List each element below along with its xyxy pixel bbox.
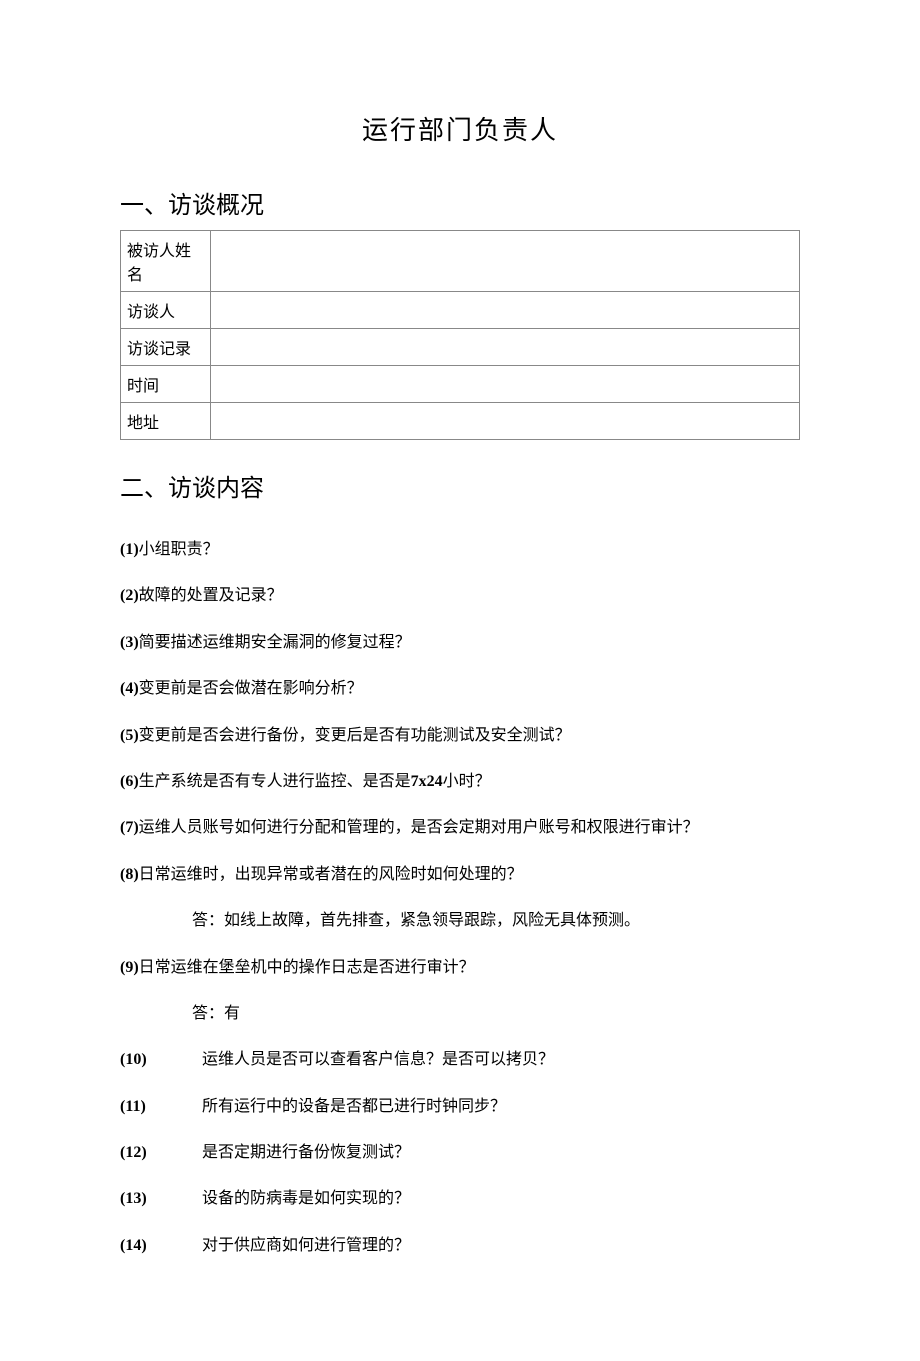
question-13: (13) 设备的防病毒是如何实现的？ [120, 1188, 800, 1210]
question-text: 生产系统是否有专人进行监控、是否是 [139, 773, 411, 790]
answer-9: 答：有 [192, 1003, 800, 1025]
question-number: (4) [120, 680, 139, 697]
question-list: (1)小组职责？ (2)故障的处置及记录？ (3)简要描述运维期安全漏洞的修复过… [120, 539, 800, 1257]
section-2-heading: 二、访谈内容 [120, 468, 800, 503]
question-number: (9) [120, 959, 139, 976]
table-row: 访谈人 [121, 292, 800, 329]
table-value [211, 292, 800, 329]
document-title: 运行部门负责人 [120, 110, 800, 147]
question-14: (14) 对于供应商如何进行管理的？ [120, 1235, 800, 1257]
table-label: 访谈人 [121, 292, 211, 329]
table-value [211, 231, 800, 292]
table-value [211, 403, 800, 440]
question-9: (9)日常运维在堡垒机中的操作日志是否进行审计？ [120, 957, 800, 979]
question-number: (8) [120, 866, 139, 883]
question-number: (13) [120, 1188, 202, 1210]
answer-8: 答：如线上故障，首先排查，紧急领导跟踪，风险无具体预测。 [192, 910, 800, 932]
table-value [211, 366, 800, 403]
section-1-heading: 一、访谈概况 [120, 185, 800, 220]
question-text: 运维人员是否可以查看客户信息？是否可以拷贝？ [202, 1049, 554, 1071]
table-row: 时间 [121, 366, 800, 403]
question-number: (1) [120, 541, 139, 558]
question-number: (5) [120, 727, 139, 744]
question-8: (8)日常运维时，出现异常或者潜在的风险时如何处理的？ [120, 864, 800, 886]
question-number: (2) [120, 587, 139, 604]
question-3: (3)简要描述运维期安全漏洞的修复过程？ [120, 632, 800, 654]
question-text: 运维人员账号如何进行分配和管理的，是否会定期对用户账号和权限进行审计？ [139, 819, 699, 836]
question-text: 简要描述运维期安全漏洞的修复过程？ [139, 634, 411, 651]
question-text-bold: 7x24 [411, 773, 443, 790]
question-number: (14) [120, 1235, 202, 1257]
question-10: (10) 运维人员是否可以查看客户信息？是否可以拷贝？ [120, 1049, 800, 1071]
question-6: (6)生产系统是否有专人进行监控、是否是7x24小时？ [120, 771, 800, 793]
question-text: 日常运维在堡垒机中的操作日志是否进行审计？ [139, 959, 475, 976]
table-value [211, 329, 800, 366]
table-label: 地址 [121, 403, 211, 440]
question-1: (1)小组职责？ [120, 539, 800, 561]
question-5: (5)变更前是否会进行备份，变更后是否有功能测试及安全测试？ [120, 725, 800, 747]
question-text: 所有运行中的设备是否都已进行时钟同步？ [202, 1096, 506, 1118]
question-text: 小时？ [443, 773, 491, 790]
question-4: (4)变更前是否会做潜在影响分析？ [120, 678, 800, 700]
question-11: (11) 所有运行中的设备是否都已进行时钟同步？ [120, 1096, 800, 1118]
table-label: 访谈记录 [121, 329, 211, 366]
question-12: (12) 是否定期进行备份恢复测试？ [120, 1142, 800, 1164]
question-text: 故障的处置及记录？ [139, 587, 283, 604]
question-7: (7)运维人员账号如何进行分配和管理的，是否会定期对用户账号和权限进行审计？ [120, 817, 800, 839]
question-text: 设备的防病毒是如何实现的？ [202, 1188, 410, 1210]
question-number: (10) [120, 1049, 202, 1071]
table-label: 时间 [121, 366, 211, 403]
table-row: 被访人姓名 [121, 231, 800, 292]
question-number: (3) [120, 634, 139, 651]
question-text: 变更前是否会进行备份，变更后是否有功能测试及安全测试？ [139, 727, 571, 744]
question-number: (7) [120, 819, 139, 836]
table-row: 地址 [121, 403, 800, 440]
question-text: 是否定期进行备份恢复测试？ [202, 1142, 410, 1164]
question-text: 日常运维时，出现异常或者潜在的风险时如何处理的？ [139, 866, 523, 883]
question-text: 变更前是否会做潜在影响分析？ [139, 680, 363, 697]
table-row: 访谈记录 [121, 329, 800, 366]
question-number: (6) [120, 773, 139, 790]
question-text: 对于供应商如何进行管理的？ [202, 1235, 410, 1257]
question-number: (12) [120, 1142, 202, 1164]
interview-overview-table: 被访人姓名 访谈人 访谈记录 时间 地址 [120, 230, 800, 440]
question-text: 小组职责？ [139, 541, 219, 558]
question-2: (2)故障的处置及记录？ [120, 585, 800, 607]
question-number: (11) [120, 1096, 202, 1118]
table-label: 被访人姓名 [121, 231, 211, 292]
